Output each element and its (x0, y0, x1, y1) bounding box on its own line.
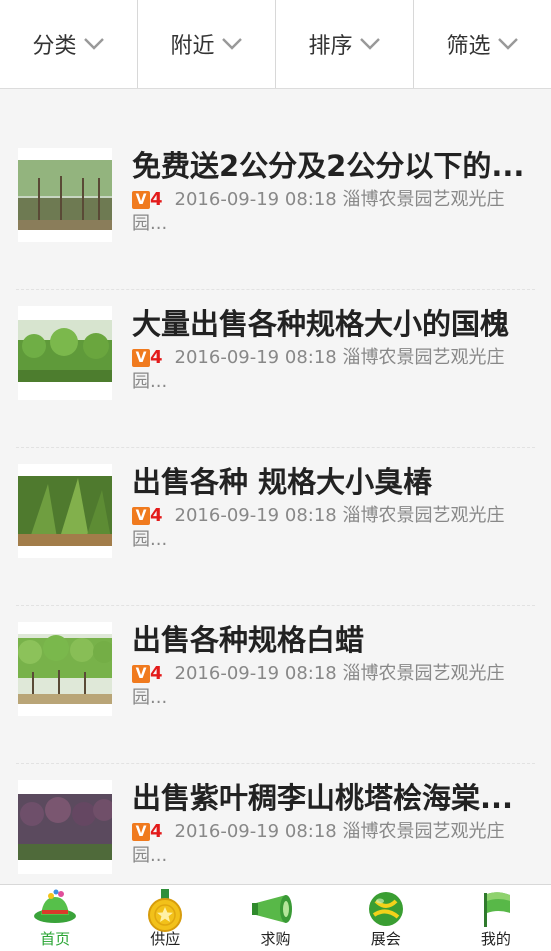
nav-home[interactable]: 首页 (0, 885, 110, 951)
chevron-down-icon (497, 38, 518, 50)
vip-badge-icon: V (132, 191, 150, 209)
chevron-down-icon (359, 38, 380, 50)
flag-icon (483, 892, 510, 927)
filter-label: 附近 (170, 34, 215, 59)
filter-label: 排序 (308, 34, 353, 59)
listing-title: 出售紫叶稠李山桃塔桧海棠... (132, 781, 514, 815)
bottom-nav: 首页 供应 求购 展会 我的 (0, 884, 551, 951)
vip-badge-icon: V (132, 507, 150, 525)
list-item[interactable]: 出售各种 规格大小臭椿 V 4 2016-09-19 08:18 淄博农景园艺观光庄… (16, 448, 535, 606)
nav-buy[interactable]: 求购 (220, 885, 330, 951)
filter-label: 筛选 (446, 34, 491, 59)
nav-label: 求购 (260, 930, 291, 948)
listing-meta: V 4 2016-09-19 08:18 淄博农景园艺观光庄园... (132, 820, 538, 868)
chevron-down-icon (83, 38, 104, 50)
listing-date: 2016-09-19 08:18 (174, 189, 337, 210)
listing-title: 大量出售各种规格大小的国槐 (132, 307, 510, 341)
list-item[interactable]: 出售各种规格白蜡 V 4 2016-09-19 08:18 淄博农景园艺观光庄园..… (16, 606, 535, 764)
vip-badge-icon: V (132, 823, 150, 841)
filter-label: 分类 (32, 34, 77, 59)
nav-label: 首页 (40, 930, 71, 948)
list-item[interactable]: 大量出售各种规格大小的国槐 V 4 2016-09-19 08:18 淄博农景园艺观… (16, 290, 535, 448)
nav-label: 我的 (480, 930, 511, 948)
filter-nearby-tab[interactable]: 附近 (138, 0, 276, 88)
list-item[interactable]: 免费送2公分及2公分以下的... V 4 2016-09-19 08:18 淄博农景… (16, 132, 535, 290)
filter-bar: 分类 附近 排序 筛选 (0, 0, 551, 89)
chevron-down-icon (221, 38, 242, 50)
listing-title: 免费送2公分及2公分以下的... (132, 149, 525, 183)
listing-meta: V 4 2016-09-19 08:18 淄博农景园艺观光庄园... (132, 188, 538, 236)
vip-level: 4 (150, 347, 163, 368)
nav-label: 供应 (150, 930, 181, 948)
vip-level: 4 (150, 505, 163, 526)
listing-date: 2016-09-19 08:18 (174, 505, 337, 526)
product-thumbnail (18, 306, 112, 400)
filter-sort-tab[interactable]: 排序 (276, 0, 414, 88)
vip-badge-icon: V (132, 665, 150, 683)
product-thumbnail (18, 622, 112, 716)
product-thumbnail (18, 780, 112, 874)
listing-title: 出售各种 规格大小臭椿 (132, 465, 433, 499)
vip-badge-icon: V (132, 349, 150, 367)
listing-list: 免费送2公分及2公分以下的... V 4 2016-09-19 08:18 淄博农景… (0, 132, 551, 922)
listing-title: 出售各种规格白蜡 (132, 623, 365, 657)
listing-meta: V 4 2016-09-19 08:18 淄博农景园艺观光庄园... (132, 662, 538, 710)
filter-screen-tab[interactable]: 筛选 (414, 0, 551, 88)
filter-category-tab[interactable]: 分类 (0, 0, 138, 88)
vip-level: 4 (150, 189, 163, 210)
product-thumbnail (18, 148, 112, 242)
listing-date: 2016-09-19 08:18 (174, 821, 337, 842)
nav-label: 展会 (370, 930, 401, 948)
nav-supply[interactable]: 供应 (110, 885, 220, 951)
megaphone-icon (251, 895, 292, 923)
medal-icon (148, 889, 183, 932)
vip-level: 4 (150, 821, 163, 842)
listing-meta: V 4 2016-09-19 08:18 淄博农景园艺观光庄园... (132, 504, 538, 552)
vip-level: 4 (150, 663, 163, 684)
ball-icon (368, 892, 403, 926)
nav-mine[interactable]: 我的 (441, 885, 551, 951)
product-thumbnail (18, 464, 112, 558)
listing-date: 2016-09-19 08:18 (174, 663, 337, 684)
home-hat-icon (34, 889, 77, 923)
listing-date: 2016-09-19 08:18 (174, 347, 337, 368)
nav-expo[interactable]: 展会 (331, 885, 441, 951)
listing-meta: V 4 2016-09-19 08:18 淄博农景园艺观光庄园... (132, 346, 538, 394)
